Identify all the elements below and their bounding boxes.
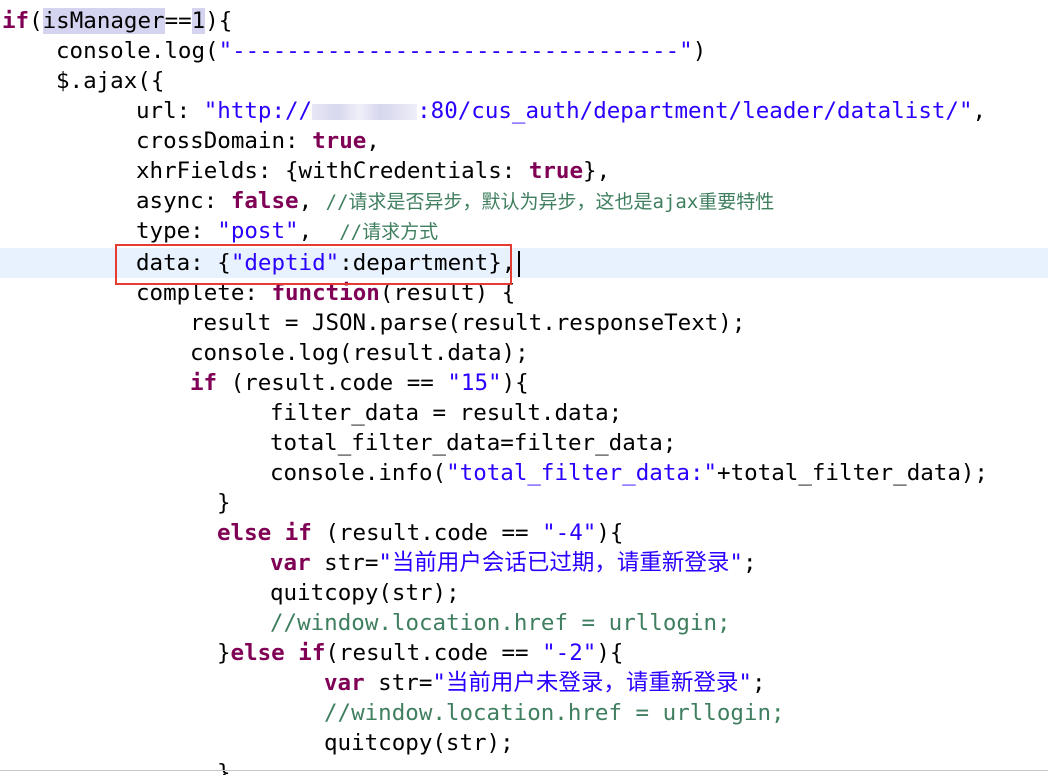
code-text: ,	[972, 98, 987, 124]
comment: //请求是否异步，默认为异步，这也是ajax重要特性	[325, 191, 775, 213]
code-text: }	[217, 490, 231, 516]
code-text: ){	[205, 8, 233, 34]
operator: ==	[164, 8, 192, 34]
code-text: +total_filter_data);	[717, 460, 988, 486]
code-text: ){	[596, 520, 624, 546]
code-line: }	[217, 758, 231, 775]
code-line: crossDomain: true,	[136, 126, 380, 156]
string-literal: "total_filter_data:"	[446, 460, 718, 486]
code-text: $.ajax({	[56, 68, 165, 94]
code-line: }	[217, 488, 231, 518]
code-line: if(isManager==1){	[0, 6, 232, 36]
comment: //window.location.href = urllogin;	[324, 700, 785, 726]
keyword: false	[230, 188, 299, 214]
code-text: filter_data = result.data;	[270, 400, 623, 426]
code-text: ){	[501, 370, 529, 396]
code-text: async:	[136, 188, 231, 214]
string-literal: "http://	[203, 98, 313, 124]
code-line: //window.location.href = urllogin;	[270, 608, 731, 638]
keyword: else	[230, 640, 285, 666]
code-line: $.ajax({	[56, 66, 164, 96]
text-cursor	[518, 250, 521, 277]
comment: //window.location.href = urllogin;	[270, 610, 731, 636]
keyword: if	[298, 640, 326, 666]
code-text: str=	[310, 550, 379, 576]
keyword: if	[284, 520, 312, 546]
code-line: else if (result.code == "-4"){	[217, 518, 623, 548]
code-editor[interactable]: if(isManager==1){ console.log("---------…	[0, 0, 1048, 775]
string-literal: :80/cus_auth/department/leader/datalist/…	[417, 98, 973, 124]
string-literal: "-4"	[542, 520, 597, 546]
code-line: result = JSON.parse(result.responseText)…	[190, 308, 745, 338]
code-text: },	[583, 158, 611, 184]
code-text: console.log(result.data);	[190, 340, 529, 366]
code-text: url:	[136, 98, 204, 124]
code-text: }	[217, 760, 231, 775]
code-line: var str="当前用户未登录，请重新登录";	[324, 668, 766, 698]
code-line: xhrFields: {withCredentials: true},	[136, 156, 610, 186]
variable-highlight: isManager	[42, 8, 165, 34]
string-literal: "当前用户会话已过期，请重新登录"	[378, 550, 743, 576]
code-text: (result.code ==	[325, 640, 543, 666]
keyword: if	[190, 370, 218, 396]
code-text: ){	[596, 640, 624, 666]
code-text: ,	[298, 188, 326, 214]
code-text: ,	[366, 128, 380, 154]
code-text: ;	[751, 670, 766, 696]
code-text: ;	[742, 550, 757, 576]
keyword: else	[217, 520, 272, 546]
code-line: console.log("---------------------------…	[56, 36, 706, 66]
code-text: result = JSON.parse(result.responseText)…	[190, 310, 746, 336]
keyword: true	[528, 158, 584, 184]
code-line: console.info("total_filter_data:"+total_…	[270, 458, 988, 488]
code-line: type: "post", //请求方式	[136, 216, 438, 246]
number-literal: 1	[191, 8, 206, 34]
comment: //请求方式	[339, 221, 439, 243]
keyword: if	[2, 8, 30, 34]
code-line: var str="当前用户会话已过期，请重新登录";	[270, 548, 757, 578]
code-line: filter_data = result.data;	[270, 398, 622, 428]
string-literal: "-2"	[542, 640, 597, 666]
code-text: console.log(	[56, 38, 219, 64]
string-literal: "post"	[217, 218, 299, 244]
code-text: quitcopy(str);	[270, 580, 460, 606]
code-text: (	[29, 8, 43, 34]
code-text: type:	[136, 218, 218, 244]
code-text: )	[692, 38, 707, 64]
keyword: true	[312, 128, 367, 154]
code-text: xhrFields: {withCredentials:	[136, 158, 529, 184]
code-line: async: false, //请求是否异步，默认为异步，这也是ajax重要特性	[136, 186, 774, 216]
code-text: str=	[364, 670, 433, 696]
code-text: ,	[298, 218, 340, 244]
keyword: var	[270, 550, 311, 576]
code-text: console.info(	[270, 460, 447, 486]
string-literal: "当前用户未登录，请重新登录"	[432, 670, 752, 696]
string-literal: "---------------------------------"	[218, 38, 693, 64]
code-line: if (result.code == "15"){	[190, 368, 529, 398]
code-line: total_filter_data=filter_data;	[270, 428, 676, 458]
code-line: url: "http:// :80/cus_auth/department/lea…	[136, 96, 986, 126]
redacted-host	[312, 103, 418, 120]
annotation-highlight-box	[115, 244, 512, 285]
code-line: quitcopy(str);	[324, 728, 514, 758]
code-line: quitcopy(str);	[270, 578, 460, 608]
bottom-divider	[0, 770, 1048, 771]
code-text: crossDomain:	[136, 128, 313, 154]
code-text: quitcopy(str);	[324, 730, 514, 756]
code-line: //window.location.href = urllogin;	[324, 698, 785, 728]
code-text: }	[217, 640, 231, 666]
keyword: var	[324, 670, 365, 696]
code-text: (result.code ==	[311, 520, 543, 546]
code-text: total_filter_data=filter_data;	[270, 430, 677, 456]
string-literal: "15"	[447, 370, 502, 396]
code-line: }else if(result.code == "-2"){	[217, 638, 623, 668]
code-line: console.log(result.data);	[190, 338, 529, 368]
code-text: (result.code ==	[217, 370, 448, 396]
